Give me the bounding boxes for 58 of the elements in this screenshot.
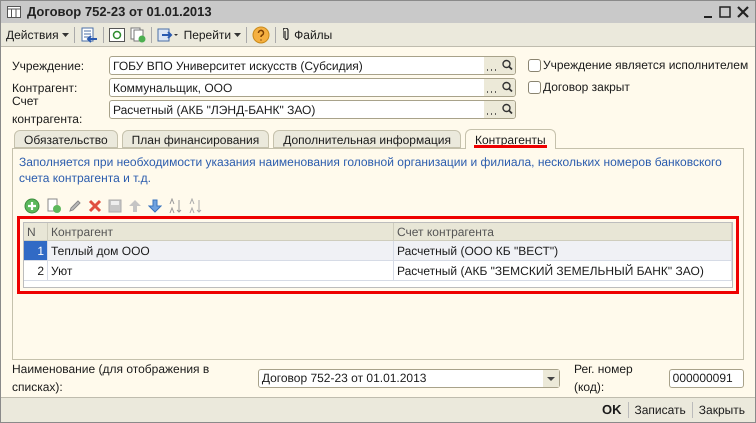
goto-menu[interactable]: Перейти [184, 26, 242, 44]
input-field[interactable]: Коммунальщик, ООО [109, 78, 516, 97]
add-icon[interactable] [24, 198, 40, 214]
copy-add-icon[interactable] [130, 26, 146, 42]
caret-icon [234, 32, 242, 36]
input-field[interactable]: Расчетный (АКБ "ЛЭНД-БАНК" ЗАО) [109, 100, 516, 119]
column-header[interactable]: N [24, 223, 48, 240]
tab[interactable]: План финансирования [122, 130, 270, 148]
pencil-icon[interactable] [68, 199, 82, 213]
table-row[interactable]: 2 Уют Расчетный (АКБ "ЗЕМСКИЙ ЗЕМЕЛЬНЫЙ БАНК" ЗАО) [24, 261, 732, 281]
list-arrow-icon[interactable] [80, 26, 98, 42]
search-icon[interactable] [500, 101, 515, 118]
search-icon[interactable] [500, 79, 515, 96]
sort-ascending-icon[interactable] [168, 198, 182, 214]
paperclip-icon [283, 28, 290, 41]
info-text: Заполняется при необходимости указания наименования головной организации и филиала, нескольких номеров банковского счета контрагента и т.д. [19, 154, 723, 186]
caret-icon [62, 32, 69, 36]
close-icon[interactable] [737, 6, 749, 18]
field-label: Наименование (для отображения в списках): [12, 361, 210, 396]
export-icon[interactable] [156, 26, 179, 42]
maximize-icon[interactable] [719, 6, 731, 18]
files-button[interactable]: Файлы [281, 26, 334, 44]
help-icon[interactable] [252, 26, 270, 44]
input-field[interactable]: ГОБУ ВПО Университет искусств (Субсидия) [109, 56, 516, 75]
checkbox-label: Учреждение является исполнителем [543, 57, 748, 74]
name-combobox[interactable]: Договор 752-23 от 01.01.2013 [258, 368, 560, 388]
tab[interactable]: Дополнительная информация [273, 130, 461, 148]
down-arrow-icon[interactable] [148, 199, 162, 213]
dropdown-icon[interactable] [543, 370, 560, 386]
tab[interactable]: Контрагенты [464, 129, 556, 149]
table-icon [7, 6, 21, 18]
table-cell: Теплый дом ООО [48, 241, 394, 260]
dialog-button[interactable]: Записать [628, 401, 692, 419]
table-cell: Расчетный (АКБ "ЗЕМСКИЙ ЗЕМЕЛЬНЫЙ БАНК" ЗАО) [394, 261, 732, 280]
checkbox-label: Договор закрыт [543, 79, 630, 96]
table-cell: Уют [48, 261, 394, 280]
field-label: Счет контрагента: [12, 94, 84, 128]
dialog-button[interactable]: Закрыть [692, 401, 751, 419]
table-row[interactable]: 1 Теплый дом ООО Расчетный (ООО КБ "ВЕСТ") [24, 241, 732, 261]
table-cell: Расчетный (ООО КБ "ВЕСТ") [394, 241, 732, 260]
field-label: Рег. номер (код): [574, 361, 634, 396]
window-title: Договор 752-23 от 01.01.2013 [27, 3, 212, 22]
field-label: Учреждение: [12, 58, 86, 74]
checkbox[interactable] [528, 80, 541, 94]
table-cell: 1 [24, 241, 48, 260]
checkbox[interactable] [528, 58, 541, 72]
dialog-button[interactable]: OK [596, 400, 628, 420]
table-cell: 2 [24, 261, 48, 280]
field-label: Контрагент: [12, 80, 78, 96]
actions-menu[interactable]: Действия [6, 26, 69, 44]
tab[interactable]: Обязательство [14, 130, 118, 148]
reg-number-field[interactable]: 000000091 [668, 368, 744, 388]
refresh-icon[interactable] [108, 28, 125, 42]
column-header[interactable]: Счет контрагента [394, 223, 732, 240]
column-header[interactable]: Контрагент [48, 223, 394, 240]
delete-icon[interactable] [88, 199, 102, 213]
copy-add-icon[interactable] [46, 198, 62, 214]
search-icon[interactable] [500, 57, 515, 74]
